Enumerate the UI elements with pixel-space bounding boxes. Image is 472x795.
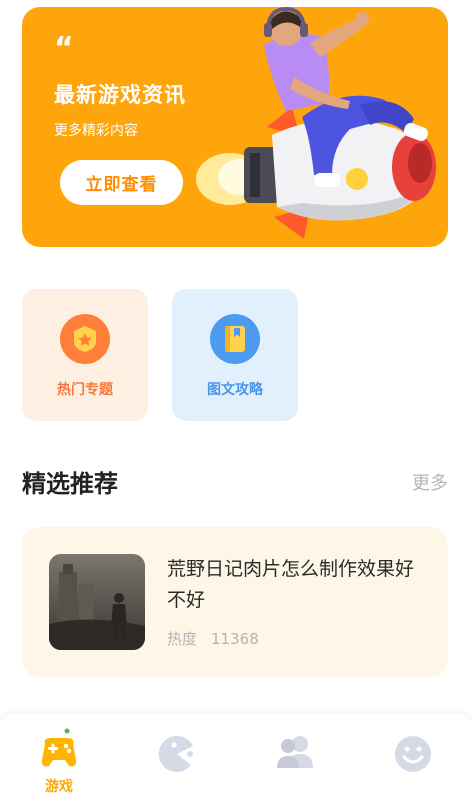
guides-label: 图文攻略 — [207, 382, 263, 398]
nav-label-games: 游戏 — [45, 779, 73, 795]
banner-title: 最新游戏资讯 — [54, 83, 186, 107]
star-badge-icon — [60, 314, 110, 364]
article-card[interactable]: 荒野日记肉片怎么制作效果好不好 热度 11368 — [22, 527, 448, 677]
banner-subtitle: 更多精彩内容 — [54, 123, 138, 139]
gamepad-icon — [41, 738, 77, 767]
sparkle-icon — [64, 728, 70, 734]
nav-item-profile[interactable] — [354, 714, 472, 795]
pacman-icon — [158, 735, 193, 772]
article-thumbnail — [49, 554, 145, 650]
rocket-rider-illustration — [196, 7, 436, 239]
view-now-button[interactable]: 立即查看 — [60, 160, 183, 205]
hot-topics-card[interactable]: 热门专题 — [22, 289, 148, 421]
heat-label: 热度 — [167, 630, 198, 648]
article-title: 荒野日记肉片怎么制作效果好不好 — [167, 558, 415, 611]
users-icon — [277, 736, 313, 768]
article-meta: 热度 11368 — [167, 628, 259, 649]
nav-item-games[interactable]: 游戏 — [0, 714, 118, 795]
bottom-navigation: 游戏 — [0, 714, 472, 795]
news-banner[interactable]: “ 最新游戏资讯 更多精彩内容 立即查看 — [22, 7, 448, 247]
hot-topics-label: 热门专题 — [57, 382, 113, 398]
smiley-icon — [395, 736, 431, 772]
more-link[interactable]: 更多 — [412, 469, 448, 495]
nav-item-pacman[interactable] — [118, 714, 236, 795]
guides-card[interactable]: 图文攻略 — [172, 289, 298, 421]
section-title: 精选推荐 — [22, 470, 118, 498]
book-icon — [210, 314, 260, 364]
heat-value: 11368 — [211, 630, 259, 648]
quote-icon: “ — [54, 31, 74, 66]
nav-item-community[interactable] — [236, 714, 354, 795]
